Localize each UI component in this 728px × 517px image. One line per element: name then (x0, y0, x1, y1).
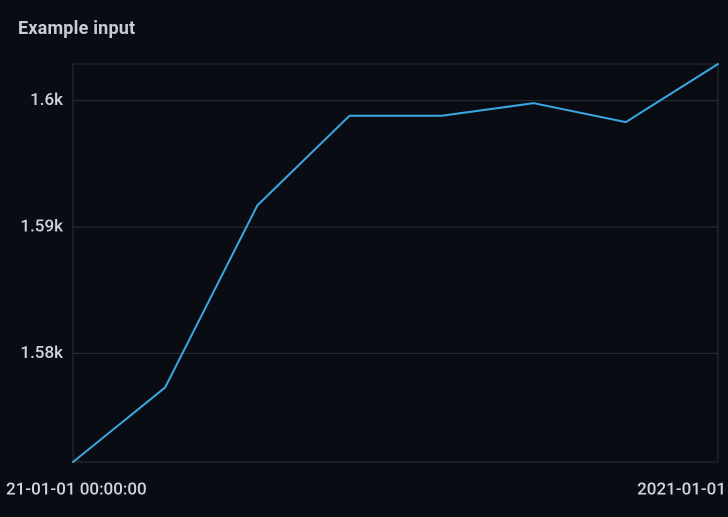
x-axis-ticks: 21-01-01 00:00:00 2021-01-01 (6, 479, 726, 499)
y-axis-ticks: 1.58k 1.59k 1.6k (20, 90, 63, 363)
y-grid (73, 101, 718, 354)
x-tick-label: 21-01-01 00:00:00 (6, 479, 147, 499)
x-tick-label: 2021-01-01 (637, 479, 726, 499)
chart-area: 1.58k 1.59k 1.6k 21-01-01 00:00:00 2021-01-0… (0, 44, 728, 517)
y-tick-label: 1.59k (20, 216, 63, 236)
series-line (73, 64, 718, 462)
y-tick-label: 1.6k (30, 90, 63, 110)
plot-border (73, 64, 718, 462)
chart-panel: Example input 1.58k 1.59k 1.6k 21-01-01 00:… (0, 0, 728, 517)
panel-title: Example input (18, 18, 718, 39)
y-tick-label: 1.58k (20, 343, 63, 363)
chart-svg: 1.58k 1.59k 1.6k 21-01-01 00:00:00 2021-01-0… (0, 44, 728, 517)
